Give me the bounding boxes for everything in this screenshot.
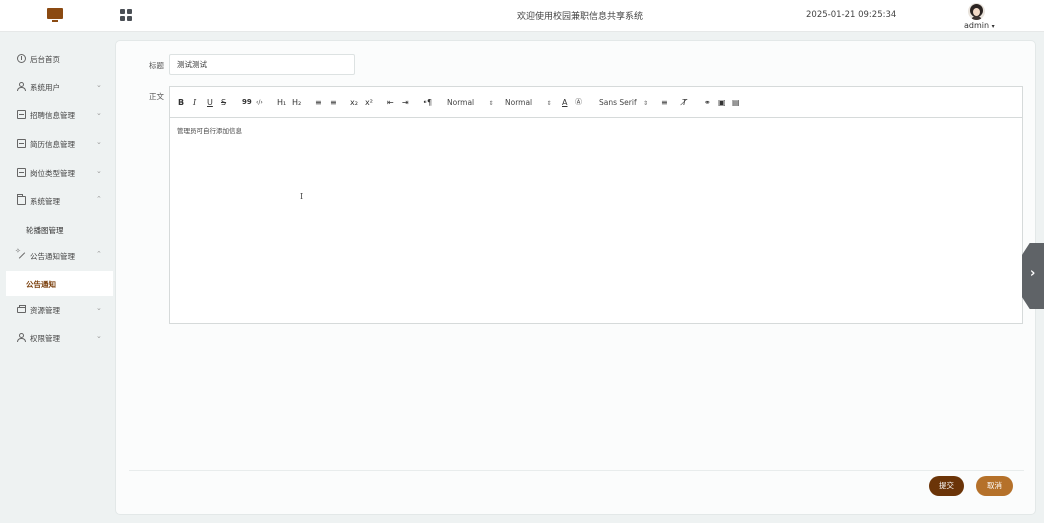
- chevron-down-icon: ⌄: [96, 138, 102, 146]
- printer-icon: [17, 305, 26, 313]
- sidebar-item-notice-management[interactable]: 公告通知管理 ⌃: [0, 243, 113, 270]
- sidebar-item-label: 资源管理: [30, 306, 60, 315]
- title-label: 标题: [149, 61, 164, 70]
- menu-grid-icon[interactable]: [120, 9, 132, 21]
- box-icon: [17, 110, 26, 119]
- sidebar-item-recruitment[interactable]: 招聘信息管理 ⌄: [0, 102, 113, 129]
- code-block-button[interactable]: ‹/›: [256, 97, 263, 108]
- underline-button[interactable]: U: [207, 97, 213, 108]
- sidebar-subitem-notice[interactable]: 公告通知: [6, 271, 113, 296]
- align-button[interactable]: ≡: [661, 97, 668, 108]
- submit-button[interactable]: 提交: [929, 476, 964, 496]
- sidebar-item-resources[interactable]: 资源管理 ⌄: [0, 297, 113, 324]
- sidebar-item-dashboard[interactable]: 后台首页: [0, 46, 113, 73]
- system-title: 欢迎使用校园兼职信息共享系统: [516, 12, 643, 22]
- datetime-display: 2025-01-21 09:25:34: [806, 10, 897, 20]
- subscript-button[interactable]: x₂: [350, 97, 358, 108]
- sidebar-subitem-label: 轮播图管理: [26, 226, 64, 235]
- user-icon: [17, 333, 26, 342]
- drawer-toggle[interactable]: ›: [1022, 243, 1044, 309]
- user-icon: [17, 82, 26, 91]
- header-select[interactable]: Normal ⇕: [505, 97, 552, 109]
- footer-divider: [129, 470, 1024, 471]
- sidebar-item-label: 招聘信息管理: [30, 111, 75, 120]
- rich-text-editor: B I U S 99 ‹/› H₁ H₂ ≡ ≡ x₂ x² ⇤ ⇥ ⁌¶ No…: [169, 86, 1023, 324]
- superscript-button[interactable]: x²: [365, 97, 373, 108]
- sidebar-item-label: 岗位类型管理: [30, 169, 75, 178]
- clean-format-button[interactable]: T̸: [682, 97, 687, 108]
- select-caret-icon: ⇕: [642, 100, 649, 107]
- sidebar-item-job-types[interactable]: 岗位类型管理 ⌄: [0, 160, 113, 187]
- user-menu[interactable]: admin ▾: [964, 21, 995, 30]
- sidebar-item-label: 系统管理: [30, 197, 60, 206]
- chevron-down-icon: ⌄: [96, 167, 102, 175]
- font-select-value: Sans Serif: [599, 98, 637, 107]
- body-label: 正文: [149, 92, 164, 101]
- select-caret-icon: ⇕: [546, 100, 552, 107]
- ordered-list-button[interactable]: ≡: [315, 97, 322, 108]
- chevron-up-icon: ⌃: [96, 250, 102, 258]
- chevron-down-icon: ▾: [991, 23, 995, 30]
- box-icon: [17, 168, 26, 177]
- header-1-button[interactable]: H₁: [277, 97, 286, 108]
- indent-increase-button[interactable]: ⇥: [402, 97, 409, 108]
- italic-button[interactable]: I: [193, 97, 196, 108]
- sidebar-item-label: 公告通知管理: [30, 252, 75, 261]
- header-select-value: Normal: [505, 98, 533, 107]
- chevron-right-icon: ›: [1030, 266, 1036, 281]
- chevron-down-icon: ⌄: [96, 332, 102, 340]
- editor-paragraph: 管理员可自行添加信息: [177, 127, 242, 135]
- sidebar-item-resume[interactable]: 简历信息管理 ⌄: [0, 131, 113, 158]
- link-button[interactable]: ⚭: [704, 97, 711, 108]
- header-2-button[interactable]: H₂: [292, 97, 301, 108]
- size-select-value: Normal: [447, 98, 475, 107]
- background-color-button[interactable]: Ⓐ: [575, 97, 582, 108]
- user-avatar[interactable]: [968, 3, 985, 20]
- sidebar-item-label: 系统用户: [30, 83, 60, 92]
- sidebar-item-system-users[interactable]: 系统用户 ⌄: [0, 74, 113, 101]
- folder-icon: [17, 194, 26, 205]
- size-select[interactable]: Normal ⇕: [447, 97, 494, 109]
- sidebar-subitem-label: 公告通知: [26, 280, 56, 289]
- top-bar: 欢迎使用校园兼职信息共享系统 2025-01-21 09:25:34 admin…: [0, 0, 1044, 32]
- sidebar-item-permissions[interactable]: 权限管理 ⌄: [0, 325, 113, 352]
- chevron-up-icon: ⌃: [96, 195, 102, 203]
- sidebar-item-label: 简历信息管理: [30, 140, 75, 149]
- title-input[interactable]: [169, 54, 355, 75]
- text-direction-button[interactable]: ⁌¶: [423, 97, 432, 108]
- sidebar: 后台首页 系统用户 ⌄ 招聘信息管理 ⌄ 简历信息管理 ⌄ 岗位类型管理 ⌄ 系…: [0, 32, 113, 523]
- blockquote-button[interactable]: 99: [242, 97, 252, 108]
- chevron-down-icon: ⌄: [96, 81, 102, 89]
- cancel-button[interactable]: 取消: [976, 476, 1013, 496]
- chevron-down-icon: ⌄: [96, 304, 102, 312]
- monitor-logo-icon[interactable]: [47, 8, 63, 22]
- bold-button[interactable]: B: [178, 97, 184, 108]
- editor-toolbar: B I U S 99 ‹/› H₁ H₂ ≡ ≡ x₂ x² ⇤ ⇥ ⁌¶ No…: [170, 87, 1022, 118]
- video-button[interactable]: ▤: [732, 97, 740, 108]
- wand-icon: [15, 247, 26, 260]
- notice-form-card: 标题 正文 B I U S 99 ‹/› H₁ H₂ ≡ ≡ x₂ x² ⇤ ⇥…: [115, 40, 1036, 515]
- sidebar-item-label: 权限管理: [30, 334, 60, 343]
- editor-content[interactable]: 管理员可自行添加信息: [170, 119, 1022, 323]
- sidebar-item-label: 后台首页: [30, 55, 60, 64]
- text-cursor-icon: I: [300, 192, 304, 201]
- box-icon: [17, 139, 26, 148]
- select-caret-icon: ⇕: [488, 100, 494, 107]
- clock-icon: [17, 54, 26, 63]
- username: admin: [964, 21, 990, 30]
- bullet-list-button[interactable]: ≡: [330, 97, 337, 108]
- chevron-down-icon: ⌄: [96, 109, 102, 117]
- text-color-button[interactable]: A: [562, 97, 567, 108]
- strike-button[interactable]: S: [221, 97, 226, 108]
- indent-decrease-button[interactable]: ⇤: [387, 97, 394, 108]
- font-select[interactable]: Sans Serif ⇕: [599, 97, 648, 109]
- sidebar-subitem-carousel[interactable]: 轮播图管理: [0, 217, 113, 242]
- sidebar-item-system-management[interactable]: 系统管理 ⌃: [0, 188, 113, 215]
- image-button[interactable]: ▣: [718, 97, 726, 108]
